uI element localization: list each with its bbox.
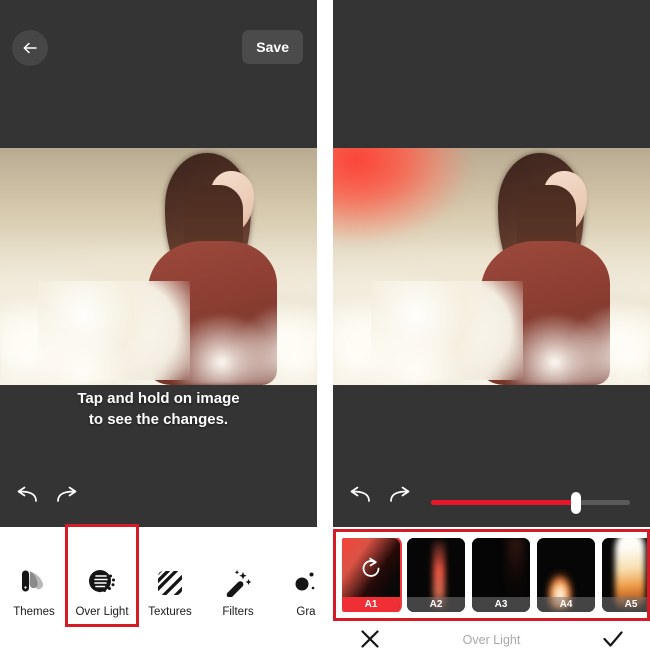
tool-textures[interactable]: Textures [136,527,204,618]
hint-line-2: to see the changes. [88,411,229,429]
confirm-button[interactable] [600,628,626,654]
undo-arrow-icon [348,486,372,511]
slider-fill [431,500,577,505]
photo-original [0,148,317,385]
action-bar: Over Light [333,621,650,663]
tool-over-light[interactable]: Over Light [65,524,139,627]
photo-foreground-flowers [333,280,650,385]
arrow-left-icon [20,38,40,58]
redo-arrow-icon [55,486,79,511]
filter-thumb-a5[interactable]: A5 [602,538,647,612]
tool-strip: Themes Over Light Textures Filters Gra [0,524,317,663]
tool-filters[interactable]: Filters [204,527,272,618]
thumb-label: A3 [472,597,530,612]
tool-label: Themes [13,606,55,618]
save-button[interactable]: Save [242,30,303,64]
tool-label: Gra [296,606,316,618]
tool-label: Over Light [75,606,129,618]
left-history-row [0,483,317,517]
right-editor-area [333,0,650,527]
redo-button[interactable] [52,483,82,513]
thumb-label: A2 [407,597,465,612]
hint-line-1: Tap and hold on image [77,390,240,407]
thumb-label: A1 [342,597,400,612]
filter-thumb-a1[interactable]: A1 [342,538,402,612]
themes-fan-icon [0,567,68,599]
undo-button[interactable] [12,483,42,513]
photo-edited [333,148,650,385]
tool-label: Textures [148,606,192,618]
filter-thumb-a4[interactable]: A4 [537,538,595,612]
tool-themes[interactable]: Themes [0,527,68,618]
left-top-bar: Save [0,0,317,148]
over-light-icon [68,567,136,599]
left-phone-screen: Save Tap and hold on image to see the ch… [0,0,317,663]
check-icon [601,628,625,655]
redo-button[interactable] [385,483,415,513]
filter-thumb-a3[interactable]: A3 [472,538,530,612]
slider-thumb[interactable] [571,492,582,514]
tool-label: Filters [222,606,254,618]
textures-stripes-icon [136,567,204,599]
right-photo-preview[interactable] [333,148,650,385]
right-phone-screen: A1 A2 A3 A4 A5 Over Light [333,0,650,663]
grain-dots-icon [272,567,317,599]
undo-button[interactable] [345,483,375,513]
photo-foreground-flowers [0,280,317,385]
reset-circle-arrow-icon[interactable] [358,555,384,586]
magic-wand-icon [204,567,272,599]
intensity-slider[interactable] [431,492,630,514]
thumb-label: A4 [537,597,595,612]
filter-strip-highlight: A1 A2 A3 A4 A5 [333,529,650,621]
back-button[interactable] [12,30,48,66]
left-photo-preview[interactable] [0,148,317,385]
redo-arrow-icon [388,486,412,511]
dual-screenshot-canvas: Save Tap and hold on image to see the ch… [0,0,650,663]
thumb-label: A5 [602,597,647,612]
tool-grain[interactable]: Gra [272,527,317,618]
left-editor-area: Save Tap and hold on image to see the ch… [0,0,317,527]
filter-strip[interactable]: A1 A2 A3 A4 A5 [342,538,647,612]
preview-hint-text: Tap and hold on image to see the changes… [0,388,317,431]
undo-arrow-icon [15,486,39,511]
filter-thumb-a2[interactable]: A2 [407,538,465,612]
